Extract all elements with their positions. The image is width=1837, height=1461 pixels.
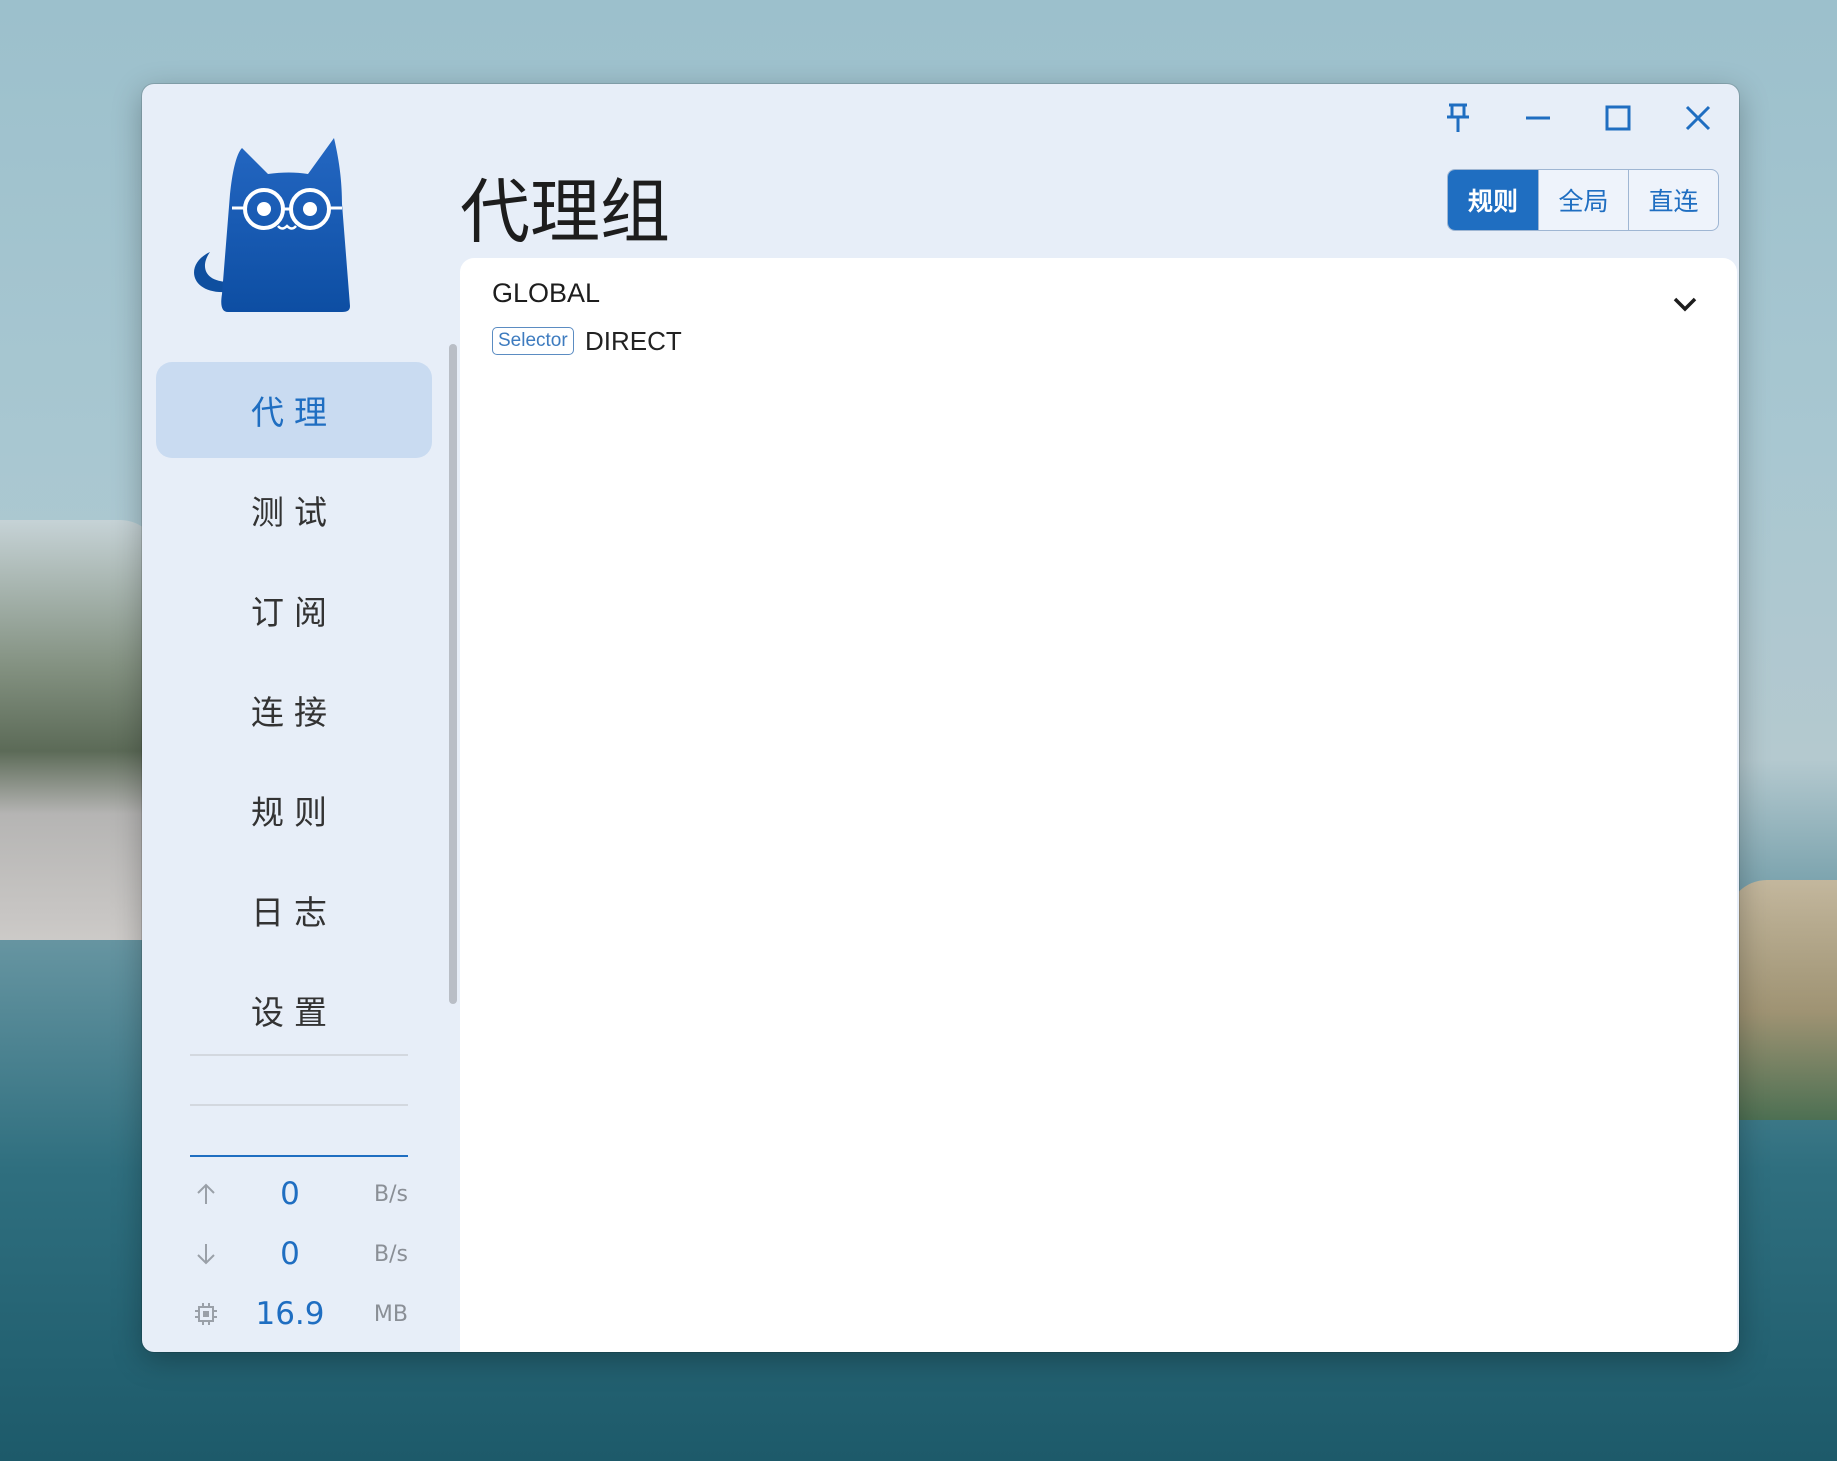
cat-logo xyxy=(182,134,382,324)
proxy-mode-switch: 规则 全局 直连 xyxy=(1447,169,1719,231)
arrow-down-icon xyxy=(190,1242,222,1266)
traffic-graph-line xyxy=(190,1054,408,1056)
mode-global-button[interactable]: 全局 xyxy=(1538,170,1628,230)
sidebar-item-settings[interactable]: 设置 xyxy=(156,962,432,1058)
close-icon xyxy=(1685,105,1711,131)
proxy-group-selected: DIRECT xyxy=(585,326,682,356)
traffic-graph-baseline xyxy=(190,1155,408,1157)
page-title: 代理组 xyxy=(460,171,670,253)
chevron-down-icon[interactable] xyxy=(1671,294,1699,314)
maximize-icon xyxy=(1605,105,1631,131)
sidebar-item-test[interactable]: 测试 xyxy=(156,462,432,558)
minimize-icon xyxy=(1526,116,1550,120)
proxy-group-name: GLOBAL xyxy=(492,278,601,308)
download-speed: 0 B/s xyxy=(190,1234,408,1274)
arrow-up-icon xyxy=(190,1182,222,1206)
proxy-groups-panel: GLOBAL Selector DIRECT xyxy=(460,258,1737,1352)
proxy-group-item[interactable]: GLOBAL Selector DIRECT xyxy=(460,258,1737,368)
sidebar-item-logs[interactable]: 日志 xyxy=(156,862,432,958)
close-button[interactable] xyxy=(1668,98,1728,138)
sidebar-item-subscription[interactable]: 订阅 xyxy=(156,562,432,658)
pin-button[interactable] xyxy=(1428,98,1488,138)
app-window: 代理 测试 订阅 连接 规则 日志 设置 0 B/s 0 B/s 16.9 MB… xyxy=(142,84,1739,1352)
upload-speed: 0 B/s xyxy=(190,1174,408,1214)
traffic-graph-line xyxy=(190,1104,408,1106)
sidebar-item-connections[interactable]: 连接 xyxy=(156,662,432,758)
sidebar-item-proxy[interactable]: 代理 xyxy=(156,362,432,458)
proxy-group-type-badge: Selector xyxy=(492,327,574,355)
minimize-button[interactable] xyxy=(1508,98,1568,138)
maximize-button[interactable] xyxy=(1588,98,1648,138)
cpu-chip-icon xyxy=(190,1301,222,1327)
upload-speed-unit: B/s xyxy=(374,1181,408,1207)
sidebar-scrollbar[interactable] xyxy=(449,344,457,1004)
sidebar-nav: 代理 测试 订阅 连接 规则 日志 设置 xyxy=(156,362,432,1062)
upload-speed-value: 0 xyxy=(280,1176,300,1212)
memory-usage: 16.9 MB xyxy=(190,1294,408,1334)
memory-usage-unit: MB xyxy=(373,1301,408,1327)
sidebar-item-rules[interactable]: 规则 xyxy=(156,762,432,858)
download-speed-value: 0 xyxy=(280,1236,300,1272)
memory-usage-value: 16.9 xyxy=(255,1296,325,1332)
download-speed-unit: B/s xyxy=(374,1241,408,1267)
mode-rule-button[interactable]: 规则 xyxy=(1448,170,1538,230)
desktop-wallpaper-hill xyxy=(0,520,160,940)
desktop-wallpaper-grass xyxy=(1727,880,1837,1120)
mode-direct-button[interactable]: 直连 xyxy=(1628,170,1718,230)
pin-icon xyxy=(1447,103,1469,132)
